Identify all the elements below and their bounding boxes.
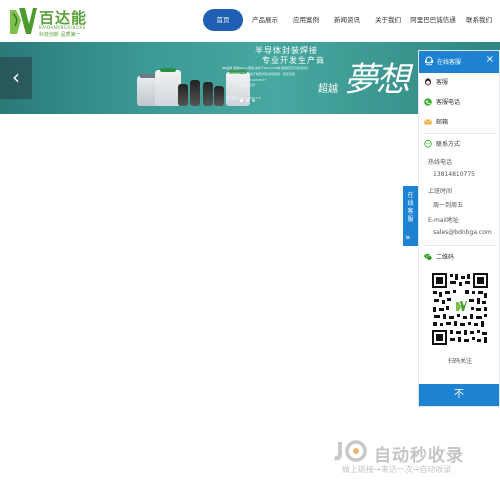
online-service-tab-label: 在线客服: [407, 192, 414, 223]
service-phone-item[interactable]: 客服电话: [424, 97, 460, 106]
contact-heading-label: 联系方式: [436, 141, 461, 148]
nav-item-news[interactable]: 新闻资讯: [327, 9, 367, 31]
banner-desc-3: 型号名称: Sn63/Pb37: [236, 78, 267, 82]
mail-icon: [424, 118, 432, 124]
nav-item-cases[interactable]: 应用案例: [286, 9, 326, 31]
nav-item-products[interactable]: 产品展示: [245, 9, 285, 31]
service-qq-label: 客服: [436, 79, 449, 86]
nav-item-about[interactable]: 关于我们: [368, 9, 408, 31]
wechat-icon: [424, 253, 432, 260]
main-nav: 首页 产品展示 应用案例 新闻资讯 关于我们 阿里巴巴诚信通 联系我们: [203, 9, 499, 31]
close-icon[interactable]: ×: [486, 55, 494, 65]
service-qq-item[interactable]: 客服: [424, 77, 448, 86]
watermark: 自动秒收录 做上链接→来访一次→自动收录: [332, 440, 482, 480]
brand-english: BAIDANENGXINGKE: [39, 25, 86, 30]
qr-caption: 扫码关注: [447, 358, 472, 365]
watermark-title: 自动秒收录: [374, 446, 464, 466]
banner-desc-4: 焊锡膏系列: [240, 83, 256, 87]
product-bottle-image: [203, 82, 213, 106]
site-logo[interactable]: 百达能 BAIDANENGXINGKE 科技创新 品质第一: [7, 4, 97, 38]
email-label: E-mail地址: [428, 217, 459, 224]
nav-item-home[interactable]: 首页: [203, 9, 243, 31]
product-jar-image: [160, 68, 176, 72]
product-jar-image: [140, 74, 156, 78]
online-service-panel: 在线客服 × 客服 客服电话 邮箱 联系方式 热线电话 13814810775 …: [418, 50, 500, 407]
panel-title: 在线客服: [437, 59, 462, 66]
banner-dot[interactable]: [240, 99, 243, 102]
service-email-item[interactable]: 邮箱: [424, 117, 448, 126]
online-service-tab[interactable]: 在线客服 »: [403, 186, 418, 246]
hotline-value[interactable]: 13814810775: [433, 171, 475, 178]
watermark-logo-icon: [334, 440, 367, 462]
banner-pagination: [240, 99, 255, 102]
product-bottle-image: [178, 84, 188, 106]
service-phone-label: 客服电话: [436, 99, 461, 106]
hotline-label: 热线电话: [428, 159, 453, 166]
email-value[interactable]: sales@bdnbga.com: [433, 229, 492, 236]
product-bottle-image: [214, 86, 224, 106]
nav-item-contact[interactable]: 联系我们: [459, 9, 499, 31]
qr-heading: 二维码: [424, 252, 454, 261]
contact-heading: 联系方式: [424, 139, 460, 148]
banner-headline-2: 专业开发生产商: [262, 56, 325, 65]
hours-value: 周一到周五: [433, 202, 464, 209]
qr-heading-label: 二维码: [436, 254, 455, 261]
nav-item-alibaba[interactable]: 阿里巴巴诚信通: [408, 9, 458, 31]
site-header: 百达能 BAIDANENGXINGKE 科技创新 品质第一 首页 产品展示 应用…: [0, 0, 500, 42]
hours-label: 上班时间: [428, 188, 453, 195]
banner-desc-1: BN品牌 锡膏(BGA)锡膏,适用于BGA,PCB等,锡膏稳定可靠性较好: [222, 66, 309, 70]
brand-slogan: 科技创新 品质第一: [39, 32, 81, 38]
banner-slogan-mengxiang: 夢想: [344, 60, 410, 100]
banner-desc-2: 高端锡膏系列 适用于精密焊接领域使用 · 稳定性强: [228, 72, 295, 76]
headset-icon: [425, 56, 433, 66]
service-email-label: 邮箱: [436, 119, 449, 126]
divider: [424, 133, 496, 134]
divider: [424, 245, 496, 246]
watermark-subtitle: 做上链接→来访一次→自动收录: [342, 465, 452, 474]
back-to-top-button[interactable]: 不: [419, 384, 499, 406]
banner-dot[interactable]: [252, 99, 255, 102]
qq-penguin-icon: [425, 77, 431, 86]
banner-dot[interactable]: [246, 99, 249, 102]
wechat-phone-icon: [424, 97, 432, 106]
banner-prev-arrow-icon[interactable]: ‹: [0, 57, 32, 99]
product-bottle-image: [190, 80, 200, 106]
chat-bubble-icon: [424, 139, 432, 148]
qr-code-image: [431, 272, 489, 346]
double-chevron-icon: »: [405, 233, 411, 243]
banner-slogan-chaoyue: 超越: [318, 84, 338, 95]
logo-mark-icon: [10, 8, 37, 34]
panel-header: 在线客服 ×: [419, 51, 499, 73]
